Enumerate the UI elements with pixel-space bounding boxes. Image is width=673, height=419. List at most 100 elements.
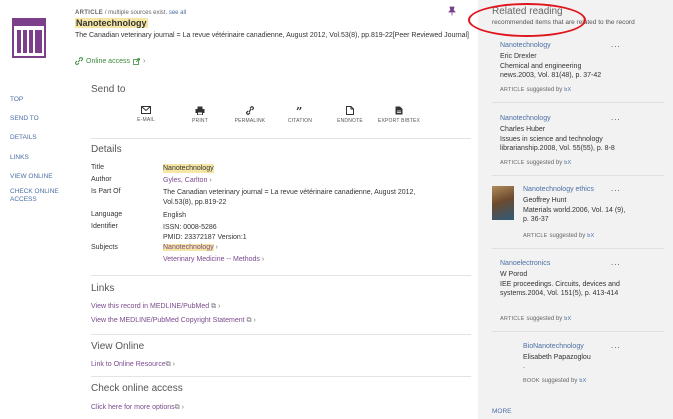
related-item-footer: ARTICLE suggested by bX bbox=[500, 316, 571, 322]
chevron-right-icon: › bbox=[172, 361, 176, 368]
suggested-by-label: suggested by bbox=[526, 316, 563, 322]
suggested-by-label: suggested by bbox=[549, 233, 586, 239]
bx-logo-icon: bX bbox=[587, 233, 595, 239]
send-to-heading: Send to bbox=[91, 84, 126, 95]
online-resource-link[interactable]: Link to Online Resource⧉ › bbox=[91, 361, 175, 369]
related-item-author: Charles Huber bbox=[500, 126, 546, 133]
subject-link-1[interactable]: Nanotechnology › bbox=[163, 243, 218, 252]
related-item-type: BOOK bbox=[523, 378, 540, 384]
view-online-heading: View Online bbox=[91, 341, 145, 352]
record-type-line: ARTICLE / multiple sources exist. see al… bbox=[75, 10, 186, 16]
more-options-icon[interactable]: ... bbox=[611, 40, 621, 49]
export-bibtex-button[interactable]: EXPORT BIBTEX bbox=[377, 106, 421, 124]
nav-send-to[interactable]: SEND TO bbox=[10, 115, 70, 123]
more-options-icon[interactable]: ... bbox=[611, 184, 621, 193]
endnote-label: ENDNOTE bbox=[337, 118, 363, 124]
related-separator bbox=[492, 102, 664, 103]
more-related-link[interactable]: MORE bbox=[492, 408, 512, 415]
subject-link-2[interactable]: Veterinary Medicine -- Methods › bbox=[163, 255, 264, 264]
issn-value: ISSN: 0008-5286 bbox=[163, 224, 217, 231]
chevron-right-icon: › bbox=[209, 177, 212, 184]
subjects-label: Subjects bbox=[91, 244, 118, 251]
related-item-footer: ARTICLE suggested by bX bbox=[500, 87, 571, 93]
author-name: Gyles, Carlton bbox=[163, 177, 208, 184]
links-heading: Links bbox=[91, 283, 115, 294]
related-item-title[interactable]: BioNanotechnology bbox=[523, 343, 584, 350]
nav-top[interactable]: TOP bbox=[10, 96, 70, 104]
article-type-icon bbox=[12, 18, 46, 58]
subject-2-text: Veterinary Medicine -- Methods bbox=[163, 256, 260, 263]
external-link-icon: ⧉ bbox=[165, 361, 171, 368]
related-item-title[interactable]: Nanotechnology bbox=[500, 115, 551, 122]
chevron-right-icon: › bbox=[142, 57, 146, 65]
print-label: PRINT bbox=[192, 118, 208, 124]
online-access-label: Online access bbox=[86, 57, 130, 65]
more-options-icon[interactable]: ... bbox=[611, 258, 621, 267]
suggested-by-label: suggested by bbox=[526, 87, 563, 93]
export-bibtex-label: EXPORT BIBTEX bbox=[377, 118, 421, 124]
related-item-author: Geoffrey Hunt bbox=[523, 197, 567, 204]
print-button[interactable]: PRINT bbox=[180, 106, 220, 124]
check-online-heading: Check online access bbox=[91, 383, 183, 394]
bx-logo-icon: bX bbox=[564, 316, 572, 322]
more-options-link[interactable]: Click here for more options⧉ › bbox=[91, 404, 184, 412]
related-separator bbox=[492, 248, 664, 249]
chevron-right-icon: › bbox=[261, 256, 265, 263]
medline-record-link[interactable]: View this record in MEDLINE/PubMed ⧉ › bbox=[91, 303, 220, 311]
more-options-label: Click here for more options bbox=[91, 404, 175, 411]
link-chain-icon bbox=[75, 57, 83, 65]
related-item-author: Elisabeth Papazoglou bbox=[523, 354, 591, 361]
nav-view-online[interactable]: VIEW ONLINE bbox=[10, 173, 70, 181]
nav-details[interactable]: DETAILS bbox=[10, 134, 70, 142]
suggested-by-label: suggested by bbox=[541, 378, 578, 384]
related-item-citation: Issues in science and technology librari… bbox=[500, 136, 615, 152]
record-type: ARTICLE bbox=[75, 10, 104, 16]
book-cover-thumbnail[interactable] bbox=[492, 186, 514, 220]
related-item-author: W Porod bbox=[500, 271, 528, 278]
related-item-title[interactable]: Nanotechnology bbox=[500, 42, 551, 49]
medline-copyright-label: View the MEDLINE/PubMed Copyright Statem… bbox=[91, 317, 245, 324]
related-item-title[interactable]: Nanotechnology ethics bbox=[523, 186, 594, 193]
related-item-footer: ARTICLE suggested by bX bbox=[523, 233, 594, 239]
record-title[interactable]: Nanotechnology bbox=[75, 18, 148, 28]
see-all-link[interactable]: see all bbox=[169, 10, 186, 16]
related-separator bbox=[492, 175, 664, 176]
medline-copyright-link[interactable]: View the MEDLINE/PubMed Copyright Statem… bbox=[91, 317, 256, 325]
language-value: English bbox=[163, 212, 186, 219]
main-content bbox=[0, 0, 478, 419]
related-item-citation: Chemical and engineering news.2003, Vol.… bbox=[500, 63, 602, 79]
related-separator bbox=[492, 331, 664, 332]
related-item-citation: Materials world.2006, Vol. 14 (9), p. 36… bbox=[523, 207, 626, 223]
related-item-type: ARTICLE bbox=[500, 160, 525, 166]
permalink-button[interactable]: PERMALINK bbox=[230, 106, 270, 124]
related-item-type: ARTICLE bbox=[523, 233, 548, 239]
author-link[interactable]: Gyles, Carlton › bbox=[163, 176, 212, 185]
details-heading: Details bbox=[91, 144, 122, 155]
online-access-link[interactable]: Online access › bbox=[75, 57, 145, 65]
subject-1-text: Nanotechnology bbox=[163, 244, 214, 251]
related-item-author: Eric Drexler bbox=[500, 53, 537, 60]
nav-check-online-access[interactable]: CHECK ONLINE ACCESS bbox=[10, 188, 65, 204]
record-source: The Canadian veterinary journal = La rev… bbox=[75, 32, 470, 39]
bx-logo-icon: bX bbox=[564, 87, 572, 93]
email-label: E-MAIL bbox=[137, 117, 155, 123]
external-link-icon: ⧉ bbox=[174, 404, 180, 411]
more-options-icon[interactable]: ... bbox=[611, 113, 621, 122]
svg-text:”: ” bbox=[296, 106, 303, 115]
link-icon bbox=[246, 106, 254, 115]
title-value: Nanotechnology bbox=[163, 164, 214, 173]
email-button[interactable]: E-MAIL bbox=[126, 106, 166, 123]
chevron-right-icon: › bbox=[218, 303, 221, 310]
file-icon bbox=[346, 106, 354, 115]
title-label: Title bbox=[91, 164, 104, 171]
related-item-title[interactable]: Nanoelectronics bbox=[500, 260, 550, 267]
pin-icon[interactable] bbox=[448, 6, 456, 16]
annotation-circle bbox=[468, 3, 586, 37]
citation-button[interactable]: ” CITATION bbox=[280, 106, 320, 124]
ispartof-line-2: Vol.53(8), pp.819-22 bbox=[163, 199, 227, 206]
nav-links[interactable]: LINKS bbox=[10, 154, 70, 162]
identifier-label: Identifier bbox=[91, 223, 118, 230]
endnote-button[interactable]: ENDNOTE bbox=[330, 106, 370, 124]
more-options-icon[interactable]: ... bbox=[611, 341, 621, 350]
ispartof-label: Is Part Of bbox=[91, 188, 121, 195]
